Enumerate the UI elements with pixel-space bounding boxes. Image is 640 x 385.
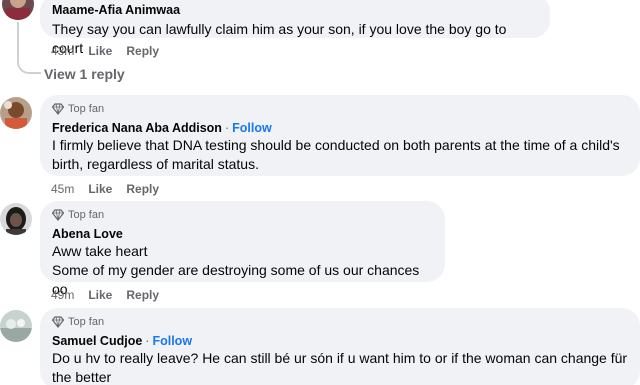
comment-bubble: Top fan Frederica Nana Aba Addison · Follo… — [40, 95, 640, 176]
top-fan-badge: Top fan — [52, 207, 433, 223]
avatar[interactable] — [2, 0, 34, 20]
comment-bubble: Top fan Samuel Cudjoe · Follow Do u hv to … — [40, 308, 640, 385]
comment-text: Do u hv to really leave? He can still bé… — [52, 350, 628, 366]
comment-text: Aww take heart — [52, 243, 148, 259]
comment-author-line: Samuel Cudjoe · Follow — [52, 333, 628, 349]
avatar[interactable] — [0, 203, 32, 235]
badge-label: Top fan — [68, 316, 105, 328]
badge-label: Top fan — [68, 103, 105, 115]
comment-time[interactable]: 49m — [51, 288, 74, 302]
avatar[interactable] — [0, 310, 32, 342]
comment-text: the better — [52, 369, 112, 385]
like-button[interactable]: Like — [88, 44, 112, 58]
badge-label: Top fan — [68, 209, 105, 221]
diamond-icon — [52, 209, 64, 221]
comment-author[interactable]: Frederica Nana Aba Addison — [52, 121, 222, 135]
comment-actions: 49m Like Reply — [51, 288, 159, 302]
diamond-icon — [52, 103, 64, 115]
follow-button[interactable]: Follow — [232, 121, 272, 135]
comment-author-line: Frederica Nana Aba Addison · Follow — [52, 120, 628, 136]
comment-author[interactable]: Abena Love — [52, 226, 433, 242]
like-button[interactable]: Like — [88, 288, 112, 302]
avatar[interactable] — [0, 97, 32, 129]
comment-actions: 45m Like Reply — [51, 182, 159, 196]
thread-line — [17, 22, 19, 62]
comment-time[interactable]: 45m — [51, 182, 74, 196]
reply-button[interactable]: Reply — [126, 288, 159, 302]
separator-dot: · — [145, 334, 150, 348]
comment-actions: 43m Like Reply — [51, 44, 159, 58]
comment-bubble: Top fan Abena Love Aww take heart Some o… — [40, 201, 445, 297]
diamond-icon — [52, 316, 64, 328]
reply-button[interactable]: Reply — [126, 182, 159, 196]
view-replies-link[interactable]: View 1 reply — [44, 66, 125, 82]
like-button[interactable]: Like — [88, 182, 112, 196]
separator-dot: · — [224, 121, 230, 135]
comment-bubble: Maame-Afia Animwaa They say you can lawf… — [40, 0, 550, 56]
comment-text: birth, regardless of marital status. — [52, 156, 259, 172]
thread-connector — [17, 58, 41, 74]
comment-time[interactable]: 43m — [51, 44, 74, 58]
reply-button[interactable]: Reply — [126, 44, 159, 58]
follow-button[interactable]: Follow — [152, 334, 192, 348]
comment-author[interactable]: Maame-Afia Animwaa — [52, 2, 538, 18]
comment-author[interactable]: Samuel Cudjoe — [52, 334, 142, 348]
top-fan-badge: Top fan — [52, 101, 628, 117]
top-fan-badge: Top fan — [52, 314, 628, 330]
comment-text: I firmly believe that DNA testing should… — [52, 137, 620, 153]
